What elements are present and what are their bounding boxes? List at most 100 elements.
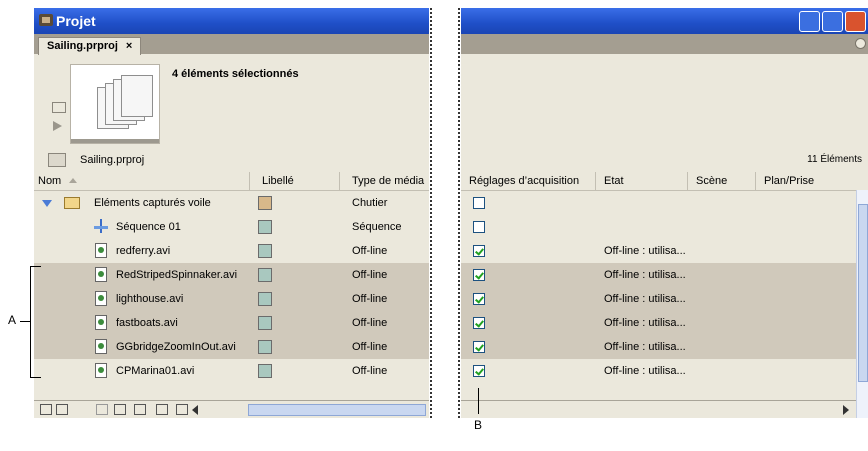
sequence-icon [94, 219, 108, 233]
play-preview-icon[interactable] [53, 121, 62, 131]
list-item-selected[interactable]: fastboats.avi Off-line [34, 311, 429, 335]
label-color-swatch [258, 292, 272, 306]
find-binoculars-icon[interactable] [114, 404, 126, 415]
label-color-swatch [258, 364, 272, 378]
figure-separator-left [430, 8, 432, 418]
item-type: Séquence [352, 221, 402, 233]
capture-settings-checkbox[interactable] [473, 197, 485, 209]
capture-settings-checkbox[interactable] [473, 365, 485, 377]
item-name: Eléments capturés voile [94, 197, 211, 209]
list-item[interactable] [461, 215, 856, 239]
capture-settings-checkbox[interactable] [473, 245, 485, 257]
item-name: GGbridgeZoomInOut.avi [116, 341, 236, 353]
status-value: Off-line : utilisa... [604, 317, 686, 329]
item-type: Off-line [352, 365, 388, 377]
list-view-icon[interactable] [40, 404, 52, 415]
status-value: Off-line : utilisa... [604, 269, 686, 281]
vertical-scroll-thumb[interactable] [858, 204, 868, 382]
project-panel-left: Projet Sailing.prproj × 4 éléments sélect… [34, 8, 429, 418]
list-item[interactable] [461, 191, 856, 215]
vertical-scrollbar[interactable] [856, 190, 868, 418]
column-header-status[interactable]: Etat [596, 172, 688, 190]
expand-triangle-icon[interactable] [42, 200, 52, 207]
column-header-label[interactable]: Libellé [250, 172, 340, 190]
project-path: Sailing.prproj [80, 154, 145, 166]
list-item-selected[interactable]: Off-line : utilisa... [461, 335, 856, 359]
preview-thumbnail [70, 64, 160, 144]
left-item-list: Eléments capturés voile Chutier Séquence… [34, 191, 429, 398]
item-type: Off-line [352, 341, 388, 353]
scroll-left-arrow-icon[interactable] [192, 405, 198, 415]
list-item[interactable]: redferry.avi Off-line [34, 239, 429, 263]
status-value: Off-line : utilisa... [604, 293, 686, 305]
item-name: CPMarina01.avi [116, 365, 195, 377]
capture-settings-checkbox[interactable] [473, 269, 485, 281]
maximize-button[interactable] [822, 11, 843, 32]
right-column-header: Réglages d’acquisition Etat Scène Plan/P… [461, 172, 868, 191]
item-type: Off-line [352, 317, 388, 329]
callout-a-line [20, 321, 30, 322]
title-bar [461, 8, 868, 34]
new-bin-icon[interactable] [134, 404, 146, 415]
label-color-swatch [258, 316, 272, 330]
window-title: Projet [56, 13, 96, 29]
left-column-header: Nom Libellé Type de média [34, 172, 429, 191]
list-item-selected[interactable]: Off-line : utilisa... [461, 263, 856, 287]
list-item[interactable]: Eléments capturés voile Chutier [34, 191, 429, 215]
list-item-selected[interactable]: GGbridgeZoomInOut.avi Off-line [34, 335, 429, 359]
close-tab-icon[interactable]: × [126, 40, 132, 52]
title-bar: Projet [34, 8, 429, 34]
callout-b-line [478, 388, 479, 414]
poster-frame-camera-icon[interactable] [52, 102, 66, 113]
list-item-selected[interactable]: Off-line : utilisa... [461, 311, 856, 335]
item-type: Off-line [352, 293, 388, 305]
list-item-selected[interactable]: RedStripedSpinnaker.avi Off-line [34, 263, 429, 287]
automate-to-sequence-icon[interactable] [96, 404, 108, 415]
item-name: fastboats.avi [116, 317, 178, 329]
column-header-shot[interactable]: Plan/Prise [756, 172, 856, 190]
bin-folder-icon [64, 197, 80, 209]
list-item[interactable]: Séquence 01 Séquence [34, 215, 429, 239]
minimize-button[interactable] [799, 11, 820, 32]
selection-info: 4 éléments sélectionnés [172, 68, 299, 80]
tab-sailing-project[interactable]: Sailing.prproj × [38, 37, 142, 55]
tab-strip: Sailing.prproj × [34, 34, 429, 55]
list-item[interactable]: Off-line : utilisa... [461, 359, 856, 383]
panel-menu-icon[interactable] [855, 38, 866, 49]
capture-settings-checkbox[interactable] [473, 293, 485, 305]
label-color-swatch [258, 340, 272, 354]
list-item[interactable]: CPMarina01.avi Off-line [34, 359, 429, 383]
sort-ascending-icon [69, 178, 78, 183]
scroll-right-arrow-icon[interactable] [843, 405, 849, 415]
list-item-selected[interactable]: Off-line : utilisa... [461, 287, 856, 311]
video-file-icon [95, 363, 107, 378]
capture-settings-checkbox[interactable] [473, 221, 485, 233]
callout-b-label: B [474, 418, 483, 432]
column-header-capture-settings[interactable]: Réglages d’acquisition [461, 172, 596, 190]
column-header-scene[interactable]: Scène [688, 172, 756, 190]
tab-strip [461, 34, 868, 54]
parent-folder-icon[interactable] [48, 153, 66, 167]
label-color-swatch [258, 244, 272, 258]
close-window-button[interactable] [845, 11, 866, 32]
label-color-swatch [258, 196, 272, 210]
capture-settings-checkbox[interactable] [473, 317, 485, 329]
item-name: Séquence 01 [116, 221, 181, 233]
horizontal-scrollbar-bar [461, 400, 856, 418]
capture-settings-checkbox[interactable] [473, 341, 485, 353]
item-count: 11 Éléments [807, 154, 862, 165]
horizontal-scrollbar[interactable] [248, 404, 426, 416]
icon-view-icon[interactable] [56, 404, 68, 415]
status-value: Off-line : utilisa... [604, 341, 686, 353]
list-item[interactable]: Off-line : utilisa... [461, 239, 856, 263]
video-file-icon [95, 243, 107, 258]
column-header-name[interactable]: Nom [34, 172, 250, 190]
project-window-icon [39, 14, 53, 26]
new-item-icon[interactable] [156, 404, 168, 415]
column-header-media-type[interactable]: Type de média [340, 172, 429, 190]
trash-icon[interactable] [176, 404, 188, 415]
item-type: Off-line [352, 245, 388, 257]
item-name: lighthouse.avi [116, 293, 184, 305]
list-item-selected[interactable]: lighthouse.avi Off-line [34, 287, 429, 311]
tab-label: Sailing.prproj [47, 40, 118, 52]
